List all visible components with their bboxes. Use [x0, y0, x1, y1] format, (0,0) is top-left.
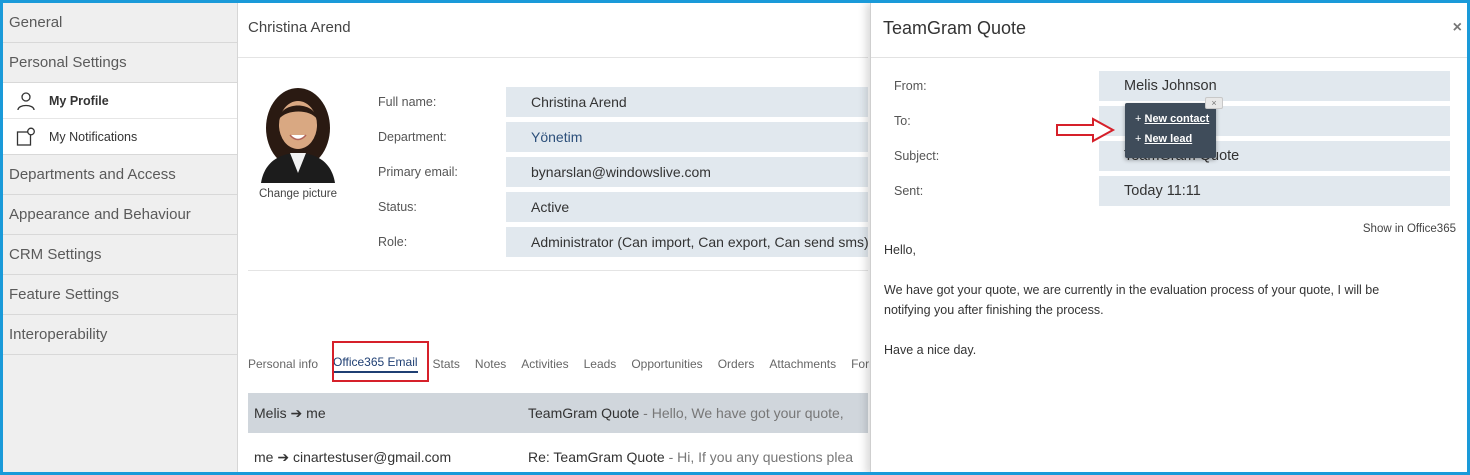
sidebar-item-crm-settings[interactable]: CRM Settings [3, 235, 237, 275]
sidebar-item-appearance[interactable]: Appearance and Behaviour [3, 195, 237, 235]
field-label: Full name: [378, 95, 437, 109]
email-subject: TeamGram Quote - Hello, We have got your… [528, 405, 844, 421]
role-value[interactable]: Administrator (Can import, Can export, C… [506, 227, 868, 257]
new-lead-option[interactable]: + New lead [1135, 133, 1192, 145]
field-label: Role: [378, 235, 408, 249]
email-from: Melis ➔ me [254, 405, 326, 421]
email-from: me ➔ cinartestuser@gmail.com [254, 449, 452, 465]
field-from: From: Melis Johnson [894, 71, 1451, 101]
sidebar-item-general[interactable]: General [3, 3, 237, 43]
field-label: Subject: [894, 149, 940, 163]
user-icon [15, 90, 37, 112]
sidebar-item-my-profile[interactable]: My Profile [3, 83, 237, 119]
tab-attachments[interactable]: Attachments [769, 357, 836, 371]
email-row[interactable]: me ➔ cinartestuser@gmail.com Re: TeamGra… [248, 437, 868, 472]
field-label: Department: [378, 130, 447, 144]
close-icon[interactable]: × [1453, 19, 1462, 37]
page-title: Christina Arend [238, 3, 868, 58]
email-row[interactable]: Melis ➔ me TeamGram Quote - Hello, We ha… [248, 393, 868, 433]
sidebar-item-personal-settings[interactable]: Personal Settings [3, 43, 237, 83]
email-body-closing: Have a nice day. [884, 343, 977, 357]
sidebar-item-label: My Notifications [49, 129, 138, 144]
status-value[interactable]: Active [506, 192, 868, 222]
email-subject: Re: TeamGram Quote - Hi, If you any ques… [528, 449, 854, 465]
department-value[interactable]: Yönetim [506, 122, 868, 152]
highlight-box [332, 341, 429, 382]
field-label: Sent: [894, 184, 924, 198]
sidebar-item-departments[interactable]: Departments and Access [3, 155, 237, 195]
tab-opportunities[interactable]: Opportunities [631, 357, 702, 371]
primary-email-value[interactable]: bynarslan@windowslive.com [506, 157, 868, 187]
field-primary-email: Primary email: bynarslan@windowslive.com [378, 157, 868, 187]
sidebar-item-my-notifications[interactable]: My Notifications [3, 119, 237, 155]
email-body-greeting: Hello, [884, 243, 916, 257]
sent-value: Today 11:11 [1099, 176, 1450, 206]
field-label: Primary email: [378, 165, 458, 179]
tab-activities[interactable]: Activities [521, 357, 568, 371]
tab-personal-info[interactable]: Personal info [248, 357, 318, 371]
popup-close-icon[interactable]: × [1205, 97, 1223, 109]
profile-main: Christina Arend Change picture Full name… [238, 3, 879, 472]
new-contact-option[interactable]: + New contact [1135, 113, 1209, 125]
divider [248, 270, 868, 271]
notification-icon [15, 126, 37, 148]
app-window: General Personal Settings My Profile My … [0, 0, 1470, 475]
field-status: Status: Active [378, 192, 868, 222]
email-preview: - Hello, We have got your quote, [639, 405, 844, 421]
field-role: Role: Administrator (Can import, Can exp… [378, 227, 868, 257]
new-lead-link[interactable]: New lead [1145, 133, 1193, 145]
field-label: From: [894, 79, 927, 93]
email-body-line: notifying you after finishing the proces… [884, 303, 1104, 317]
tab-orders[interactable]: Orders [718, 357, 755, 371]
arrow-right-icon [1056, 117, 1116, 143]
change-picture-link[interactable]: Change picture [248, 188, 348, 200]
avatar[interactable] [255, 83, 341, 183]
field-label: Status: [378, 200, 417, 214]
sidebar-item-label: My Profile [49, 93, 109, 108]
show-in-office365-link[interactable]: Show in Office365 [1363, 223, 1456, 235]
field-department: Department: Yönetim [378, 122, 868, 152]
email-body-line: We have got your quote, we are currently… [884, 283, 1380, 297]
field-full-name: Full name: Christina Arend [378, 87, 868, 117]
settings-sidebar: General Personal Settings My Profile My … [3, 3, 238, 472]
tab-notes[interactable]: Notes [475, 357, 506, 371]
add-recipient-popup: + New contact + New lead [1125, 103, 1216, 158]
full-name-value[interactable]: Christina Arend [506, 87, 868, 117]
tab-leads[interactable]: Leads [584, 357, 617, 371]
field-sent: Sent: Today 11:11 [894, 176, 1451, 206]
panel-title: TeamGram Quote [871, 3, 1467, 58]
email-detail-panel: TeamGram Quote × From: Melis Johnson To:… [870, 3, 1467, 472]
sidebar-item-interoperability[interactable]: Interoperability [3, 315, 237, 355]
tab-stats[interactable]: Stats [433, 357, 460, 371]
sidebar-item-feature-settings[interactable]: Feature Settings [3, 275, 237, 315]
new-contact-link[interactable]: New contact [1145, 113, 1210, 125]
email-preview: - Hi, If you any questions plea [664, 449, 854, 465]
field-label: To: [894, 114, 911, 128]
from-value[interactable]: Melis Johnson [1099, 71, 1450, 101]
